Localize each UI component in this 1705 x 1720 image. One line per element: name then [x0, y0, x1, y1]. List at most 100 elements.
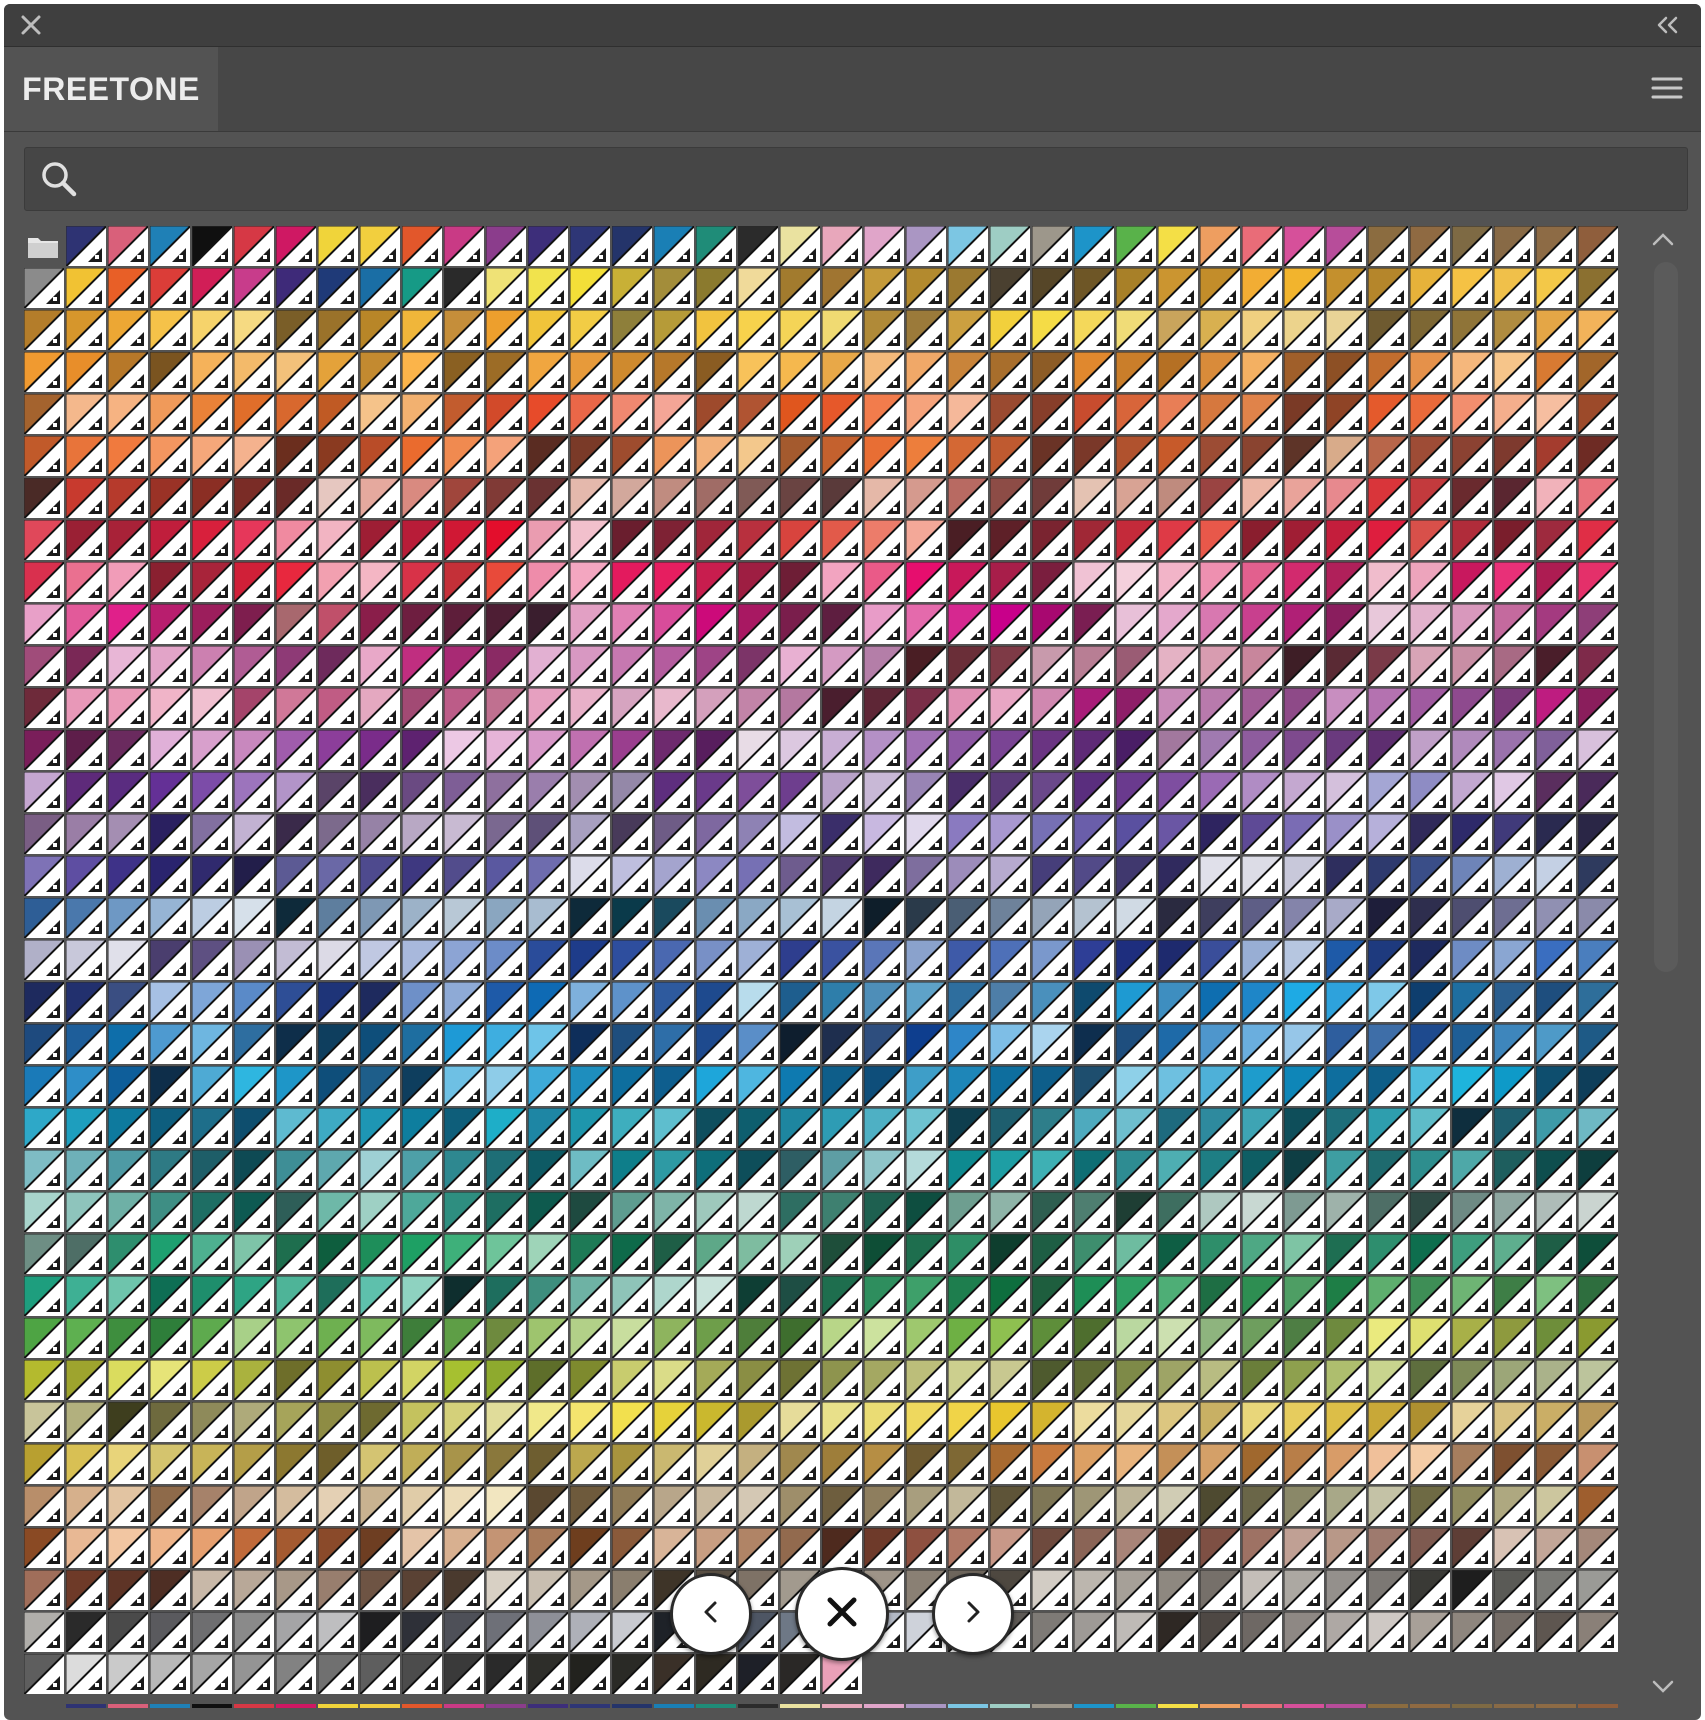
color-swatch[interactable]: [1284, 1402, 1324, 1442]
color-swatch[interactable]: [612, 226, 652, 266]
color-swatch[interactable]: [738, 856, 778, 896]
color-swatch[interactable]: [696, 436, 736, 476]
color-swatch[interactable]: [738, 268, 778, 308]
color-swatch[interactable]: [360, 1570, 400, 1610]
color-swatch[interactable]: [276, 1444, 316, 1484]
color-swatch[interactable]: [780, 940, 820, 980]
color-swatch[interactable]: [24, 604, 64, 644]
color-swatch[interactable]: [150, 688, 190, 728]
color-swatch[interactable]: [1116, 268, 1156, 308]
color-swatch[interactable]: [66, 1192, 106, 1232]
color-swatch[interactable]: [1452, 730, 1492, 770]
color-swatch[interactable]: [444, 1276, 484, 1316]
color-swatch[interactable]: [738, 352, 778, 392]
color-swatch[interactable]: [696, 1528, 736, 1568]
color-swatch[interactable]: [318, 730, 358, 770]
color-swatch[interactable]: [108, 1024, 148, 1064]
color-swatch[interactable]: [150, 772, 190, 812]
color-swatch[interactable]: [1074, 856, 1114, 896]
color-swatch[interactable]: [1536, 1486, 1576, 1526]
color-swatch[interactable]: [1452, 1612, 1492, 1652]
color-swatch[interactable]: [528, 856, 568, 896]
color-swatch[interactable]: [570, 1066, 610, 1106]
color-swatch[interactable]: [1116, 1066, 1156, 1106]
color-swatch[interactable]: [1536, 562, 1576, 602]
color-swatch[interactable]: [1494, 982, 1534, 1022]
color-swatch[interactable]: [24, 1360, 64, 1400]
color-swatch[interactable]: [150, 982, 190, 1022]
color-swatch[interactable]: [486, 1654, 526, 1694]
color-swatch[interactable]: [1326, 226, 1366, 266]
color-swatch[interactable]: [1452, 1360, 1492, 1400]
color-swatch[interactable]: [1158, 478, 1198, 518]
color-swatch[interactable]: [780, 604, 820, 644]
color-swatch[interactable]: [1032, 436, 1072, 476]
color-swatch[interactable]: [1200, 352, 1240, 392]
color-swatch[interactable]: [864, 562, 904, 602]
color-swatch[interactable]: [150, 1276, 190, 1316]
color-swatch[interactable]: [486, 1192, 526, 1232]
color-swatch[interactable]: [234, 1108, 274, 1148]
color-swatch[interactable]: [360, 814, 400, 854]
color-swatch[interactable]: [234, 1444, 274, 1484]
color-swatch[interactable]: [654, 604, 694, 644]
color-swatch[interactable]: [66, 1024, 106, 1064]
color-swatch[interactable]: [1284, 1024, 1324, 1064]
color-swatch[interactable]: [780, 898, 820, 938]
color-swatch[interactable]: [570, 352, 610, 392]
color-swatch[interactable]: [402, 772, 442, 812]
color-swatch[interactable]: [780, 1192, 820, 1232]
color-swatch[interactable]: [1368, 268, 1408, 308]
color-swatch[interactable]: [234, 1066, 274, 1106]
color-swatch[interactable]: [1410, 1402, 1450, 1442]
color-swatch[interactable]: [1116, 940, 1156, 980]
color-swatch[interactable]: [276, 1318, 316, 1358]
color-swatch[interactable]: [318, 520, 358, 560]
color-swatch[interactable]: [780, 394, 820, 434]
color-swatch[interactable]: [276, 940, 316, 980]
color-swatch[interactable]: [486, 1108, 526, 1148]
color-swatch[interactable]: [570, 1192, 610, 1232]
color-swatch[interactable]: [696, 352, 736, 392]
color-swatch[interactable]: [1284, 1570, 1324, 1610]
color-swatch[interactable]: [1200, 646, 1240, 686]
color-swatch[interactable]: [1200, 1276, 1240, 1316]
color-swatch[interactable]: [1074, 1570, 1114, 1610]
color-swatch[interactable]: [1032, 226, 1072, 266]
color-swatch[interactable]: [1326, 1570, 1366, 1610]
color-swatch[interactable]: [1074, 940, 1114, 980]
color-swatch[interactable]: [1326, 1318, 1366, 1358]
color-swatch[interactable]: [1452, 520, 1492, 560]
color-swatch[interactable]: [1494, 1612, 1534, 1652]
color-swatch[interactable]: [1242, 352, 1282, 392]
color-swatch[interactable]: [1284, 394, 1324, 434]
color-swatch[interactable]: [612, 1444, 652, 1484]
color-swatch[interactable]: [1032, 604, 1072, 644]
color-swatch[interactable]: [696, 1234, 736, 1274]
color-swatch[interactable]: [696, 1108, 736, 1148]
color-swatch[interactable]: [864, 1360, 904, 1400]
color-swatch[interactable]: [486, 1150, 526, 1190]
color-swatch[interactable]: [150, 520, 190, 560]
color-swatch[interactable]: [1200, 268, 1240, 308]
color-swatch[interactable]: [654, 898, 694, 938]
color-swatch[interactable]: [234, 226, 274, 266]
color-swatch[interactable]: [696, 562, 736, 602]
color-swatch[interactable]: [1494, 1192, 1534, 1232]
color-swatch[interactable]: [1242, 1024, 1282, 1064]
color-swatch[interactable]: [1494, 352, 1534, 392]
color-swatch[interactable]: [822, 730, 862, 770]
color-swatch[interactable]: [150, 1150, 190, 1190]
tab-freetone[interactable]: FREETONE: [4, 47, 218, 131]
color-swatch[interactable]: [1410, 310, 1450, 350]
color-swatch[interactable]: [1578, 394, 1618, 434]
color-swatch[interactable]: [1368, 940, 1408, 980]
color-swatch[interactable]: [486, 394, 526, 434]
color-swatch[interactable]: [1578, 268, 1618, 308]
color-swatch[interactable]: [66, 562, 106, 602]
color-swatch[interactable]: [864, 814, 904, 854]
color-swatch[interactable]: [990, 1318, 1030, 1358]
color-swatch[interactable]: [528, 604, 568, 644]
close-panel-icon[interactable]: [18, 12, 44, 38]
color-swatch[interactable]: [990, 520, 1030, 560]
